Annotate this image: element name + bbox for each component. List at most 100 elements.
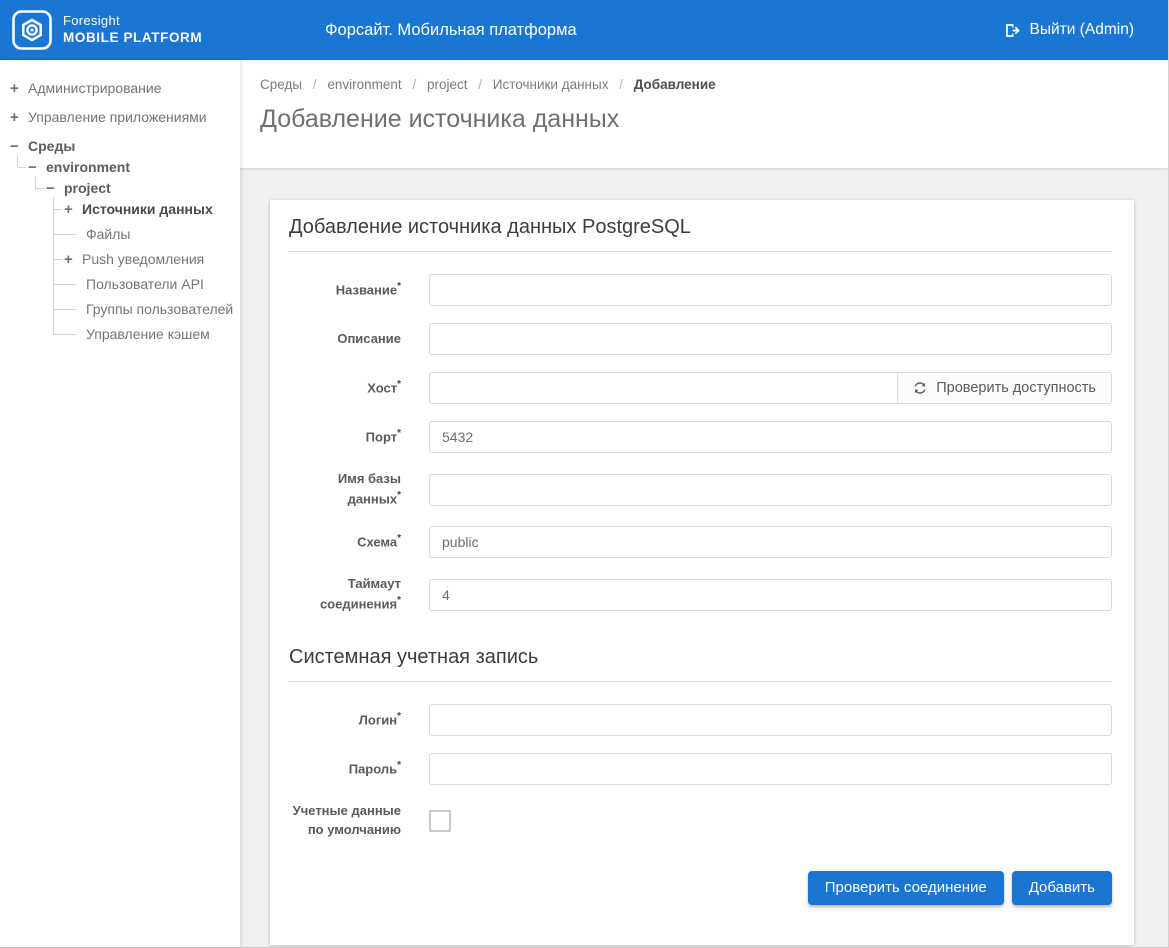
sidebar-item-push-notifications[interactable]: Push уведомления [64,251,240,268]
form-actions: Проверить соединение Добавить [289,870,1112,905]
sidebar-tree: Администрирование Управление приложениям… [0,74,240,361]
sidebar-item-files[interactable]: Файлы [64,226,240,243]
breadcrumb-current: Добавление [633,77,716,92]
timeout-input[interactable] [429,578,1112,611]
db-name-input[interactable] [429,473,1112,506]
name-label: Название* [335,280,401,298]
breadcrumb-item-environments[interactable]: Среды [260,77,302,92]
form-row-host: Хост* Проверить доступность [289,372,1112,404]
description-input[interactable] [429,323,1112,355]
description-label: Описание [337,330,401,346]
required-mark: * [397,710,401,722]
sidebar: Администрирование Управление приложениям… [0,60,240,947]
app-header: Foresight MOBILE PLATFORM Форсайт. Мобил… [0,0,1168,60]
password-input[interactable] [429,753,1112,786]
password-label: Пароль* [348,759,401,777]
expand-plus-icon[interactable] [10,110,24,126]
name-input[interactable] [429,274,1112,306]
logout-label: Выйти (Admin) [1029,21,1134,38]
tree-label: Push уведомления [82,251,205,267]
form-row-password: Пароль* [289,753,1112,786]
required-mark: * [397,280,401,292]
sidebar-item-api-users[interactable]: Пользователи API [64,276,240,293]
form-row-timeout: Таймаут соединения* [289,575,1112,614]
breadcrumb-separator: / [478,77,483,92]
form-row-default-credentials: Учетные данные по умолчанию [289,802,1112,840]
required-mark: * [397,594,401,606]
port-label: Порт* [365,427,401,445]
add-button[interactable]: Добавить [1011,870,1112,905]
page-header-band: Среды / environment / project / Источник… [240,60,1168,168]
breadcrumb-item-environment[interactable]: environment [327,77,401,92]
breadcrumb-separator: / [312,77,317,92]
port-input[interactable] [429,421,1112,453]
schema-input[interactable] [429,526,1112,559]
login-label: Логин* [358,710,401,728]
form-card: Добавление источника данных PostgreSQL Н… [270,200,1134,945]
section-title-system-account: Системная учетная запись [289,646,1112,683]
schema-label: Схема* [357,532,401,550]
breadcrumb-item-project[interactable]: project [427,77,468,92]
logout-icon [1005,23,1020,37]
section-title-postgresql: Добавление источника данных PostgreSQL [289,216,1112,252]
sidebar-item-data-sources[interactable]: Источники данных [64,201,240,218]
tree-label: Администрирование [28,80,162,96]
expand-plus-icon[interactable] [64,202,78,218]
tree-label: Источники данных [82,201,213,217]
app-window: Foresight MOBILE PLATFORM Форсайт. Мобил… [0,0,1169,948]
sidebar-item-app-management[interactable]: Управление приложениями [10,109,240,126]
required-mark: * [397,489,401,501]
tree-label: project [64,180,111,196]
brand-line2: MOBILE PLATFORM [63,29,203,45]
breadcrumb: Среды / environment / project / Источник… [260,77,1148,92]
required-mark: * [397,378,401,390]
tree-label: Файлы [86,226,131,242]
login-input[interactable] [429,704,1112,737]
collapse-minus-icon[interactable] [10,139,24,155]
tree-label: Среды [28,138,76,154]
expand-plus-icon[interactable] [64,252,78,268]
check-availability-label: Проверить доступность [936,380,1096,396]
tree-label: Управление кэшем [86,326,210,342]
sidebar-item-administration[interactable]: Администрирование [10,80,240,97]
host-label: Хост* [367,378,401,396]
collapse-minus-icon[interactable] [46,181,60,197]
tree-label: environment [46,159,131,175]
refresh-icon [914,382,926,394]
timeout-label: Таймаут соединения* [319,576,401,612]
page-title: Добавление источника данных [260,105,620,133]
breadcrumb-separator: / [412,77,417,92]
form-row-name: Название* [289,274,1112,306]
brand: Foresight MOBILE PLATFORM [0,10,202,50]
required-mark: * [397,427,401,439]
test-connection-button[interactable]: Проверить соединение [807,870,1004,905]
tree-label: Пользователи API [86,276,204,292]
required-mark: * [397,532,401,544]
form-row-login: Логин* [289,704,1112,737]
sidebar-item-environment[interactable]: environment [28,159,240,176]
check-availability-button[interactable]: Проверить доступность [897,372,1112,404]
required-mark: * [397,759,401,771]
logout-button[interactable]: Выйти (Admin) [1004,0,1134,60]
host-input-group: Проверить доступность [429,372,1112,404]
tree-label: Управление приложениями [28,109,207,125]
expand-plus-icon[interactable] [10,81,24,97]
form-row-description: Описание [289,323,1112,355]
sidebar-item-project[interactable]: project [46,180,240,197]
sidebar-item-cache-management[interactable]: Управление кэшем [64,326,240,343]
content-area: Среды / environment / project / Источник… [240,60,1168,947]
host-input[interactable] [429,372,899,404]
breadcrumb-item-data-sources[interactable]: Источники данных [493,77,609,92]
collapse-minus-icon[interactable] [28,160,42,176]
brand-line1: Foresight [63,13,120,29]
default-credentials-checkbox[interactable] [429,809,451,832]
app-title: Форсайт. Мобильная платформа [325,21,577,39]
form-row-port: Порт* [289,421,1112,453]
content-scroll: Добавление источника данных PostgreSQL Н… [240,168,1168,947]
sidebar-item-user-groups[interactable]: Группы пользователей [64,301,240,318]
sidebar-item-environments[interactable]: Среды [10,138,240,155]
form-row-db-name: Имя базы данных* [289,470,1112,509]
brand-text: Foresight MOBILE PLATFORM [63,13,202,46]
breadcrumb-separator: / [619,77,623,92]
form-row-schema: Схема* [289,526,1112,559]
